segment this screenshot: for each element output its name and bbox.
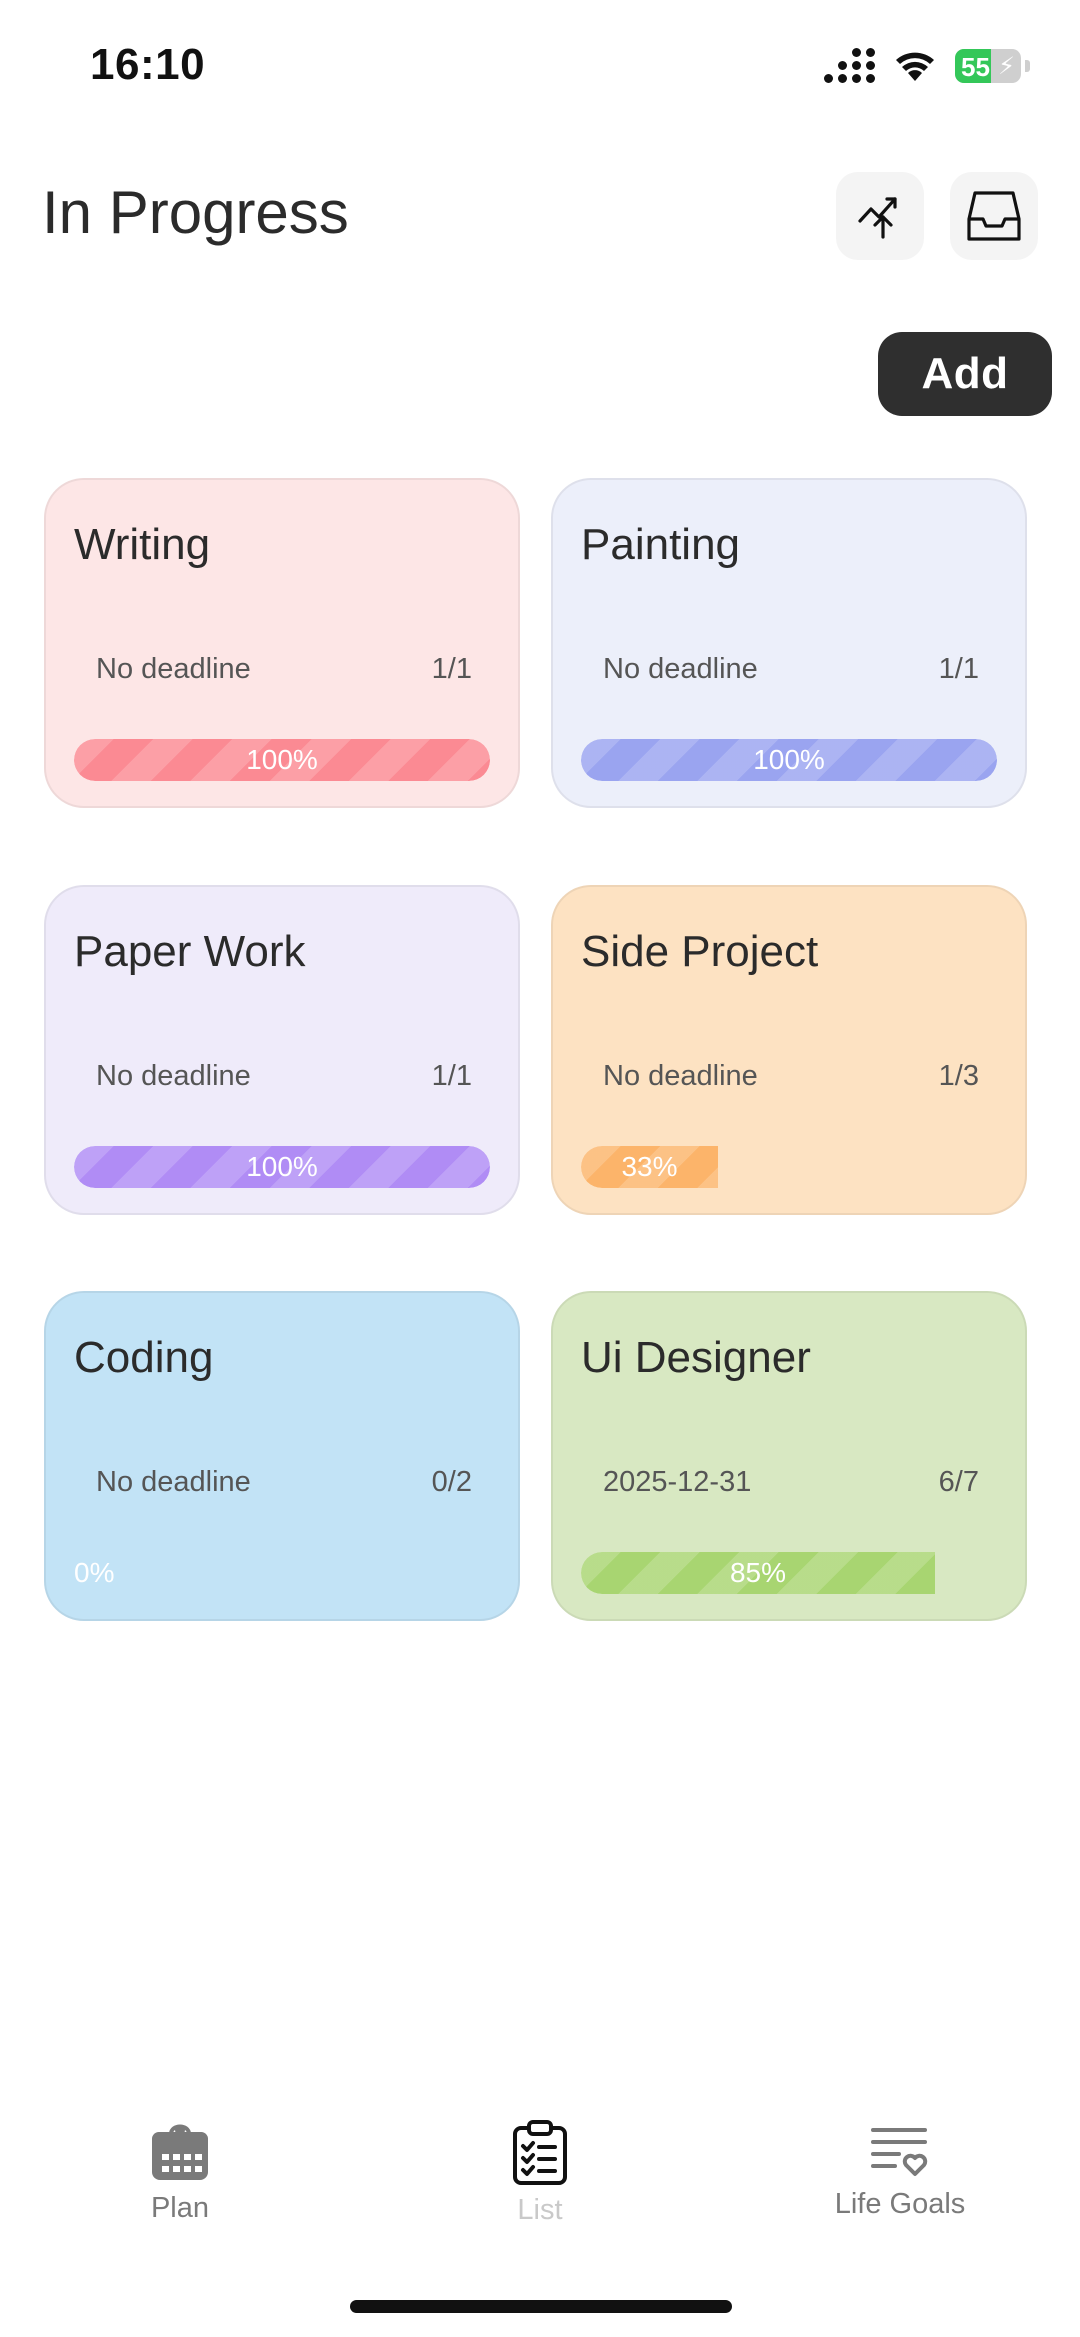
inbox-tray-icon [967, 191, 1021, 241]
progress-bar: 100% [581, 739, 997, 781]
tab-life-goals[interactable]: Life Goals [800, 2118, 1000, 2221]
progress-bar: 100% [74, 739, 490, 781]
card-count: 1/1 [938, 653, 979, 685]
card-ui-designer[interactable]: Ui Designer 2025-12-31 6/7 85% [551, 1291, 1027, 1621]
calendar-icon [152, 2124, 208, 2180]
card-title: Writing [74, 520, 211, 569]
status-time: 16:10 [90, 40, 206, 89]
add-button[interactable]: Add [878, 332, 1052, 416]
card-deadline: No deadline [603, 653, 758, 685]
progress-bar: 0% [74, 1552, 490, 1594]
progress-bar: 33% [581, 1146, 997, 1188]
trend-button[interactable] [836, 172, 924, 260]
battery-tip [1025, 59, 1030, 72]
tab-list[interactable]: List [440, 2118, 640, 2227]
card-count: 6/7 [938, 1466, 979, 1498]
progress-label: 100% [753, 744, 825, 775]
tab-plan[interactable]: Plan [80, 2118, 280, 2225]
card-count: 1/1 [431, 1060, 472, 1092]
cellular-signal-icon [824, 48, 875, 83]
tab-label: List [517, 2194, 563, 2226]
card-writing[interactable]: Writing No deadline 1/1 100% [44, 478, 520, 808]
progress-bar: 100% [74, 1146, 490, 1188]
card-deadline: 2025-12-31 [603, 1466, 752, 1498]
trend-arrow-icon [858, 197, 897, 239]
status-bar: 16:10 55 ⚡ [0, 0, 1080, 140]
card-title: Ui Designer [581, 1333, 811, 1382]
card-side-project[interactable]: Side Project No deadline 1/3 33% [551, 885, 1027, 1215]
page-title: In Progress [42, 179, 349, 246]
progress-label: 33% [621, 1151, 678, 1182]
card-title: Painting [581, 520, 741, 569]
card-deadline: No deadline [96, 653, 251, 685]
inbox-button[interactable] [950, 172, 1038, 260]
card-count: 1/3 [938, 1060, 979, 1092]
clipboard-checklist-icon [513, 2120, 567, 2185]
goals-list-heart-icon [871, 2128, 928, 2176]
progress-label: 0% [74, 1557, 115, 1588]
home-indicator [350, 2300, 732, 2313]
battery-icon: 55 ⚡ [955, 48, 1021, 83]
card-deadline: No deadline [603, 1060, 758, 1092]
progress-label: 100% [246, 1151, 318, 1182]
status-icons: 55 ⚡ [824, 48, 1030, 83]
tab-bar: Plan List Life Goals [0, 2090, 1080, 2250]
card-paper-work[interactable]: Paper Work No deadline 1/1 100% [44, 885, 520, 1215]
card-painting[interactable]: Painting No deadline 1/1 100% [551, 478, 1027, 808]
progress-label: 85% [729, 1557, 787, 1588]
card-count: 1/1 [431, 653, 472, 685]
wifi-icon [896, 52, 934, 81]
card-deadline: No deadline [96, 1060, 251, 1092]
card-title: Coding [74, 1333, 214, 1382]
charging-bolt-icon: ⚡ [998, 52, 1015, 80]
card-coding[interactable]: Coding No deadline 0/2 0% [44, 1291, 520, 1621]
progress-bar: 85% [581, 1552, 997, 1594]
progress-label: 100% [246, 744, 318, 775]
card-deadline: No deadline [96, 1466, 251, 1498]
card-title: Paper Work [74, 927, 306, 976]
card-count: 0/2 [431, 1466, 472, 1498]
tab-label: Life Goals [834, 2188, 966, 2220]
battery-level: 55 [961, 51, 990, 82]
card-title: Side Project [581, 927, 819, 976]
tab-label: Plan [150, 2192, 210, 2224]
